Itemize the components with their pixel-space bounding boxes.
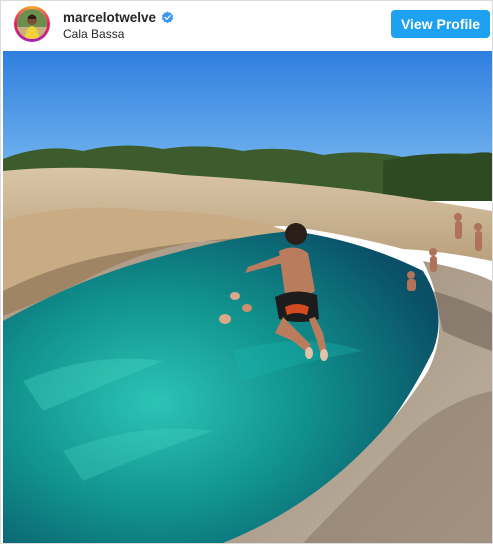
avatar-image xyxy=(17,9,47,39)
username-row: marcelotwelve xyxy=(63,8,174,26)
view-profile-button[interactable]: View Profile xyxy=(391,10,490,38)
avatar[interactable] xyxy=(17,9,47,39)
instagram-post-card: marcelotwelve Cala Bassa View Profile xyxy=(0,0,493,544)
sky xyxy=(3,51,492,163)
post-location[interactable]: Cala Bassa xyxy=(63,27,174,41)
user-block: marcelotwelve Cala Bassa xyxy=(63,8,174,41)
photo-scene xyxy=(3,51,492,543)
avatar-story-ring[interactable] xyxy=(14,6,50,42)
post-photo[interactable] xyxy=(3,51,492,543)
username[interactable]: marcelotwelve xyxy=(63,10,156,25)
verified-badge-icon xyxy=(161,10,174,24)
post-header: marcelotwelve Cala Bassa View Profile xyxy=(1,1,492,49)
